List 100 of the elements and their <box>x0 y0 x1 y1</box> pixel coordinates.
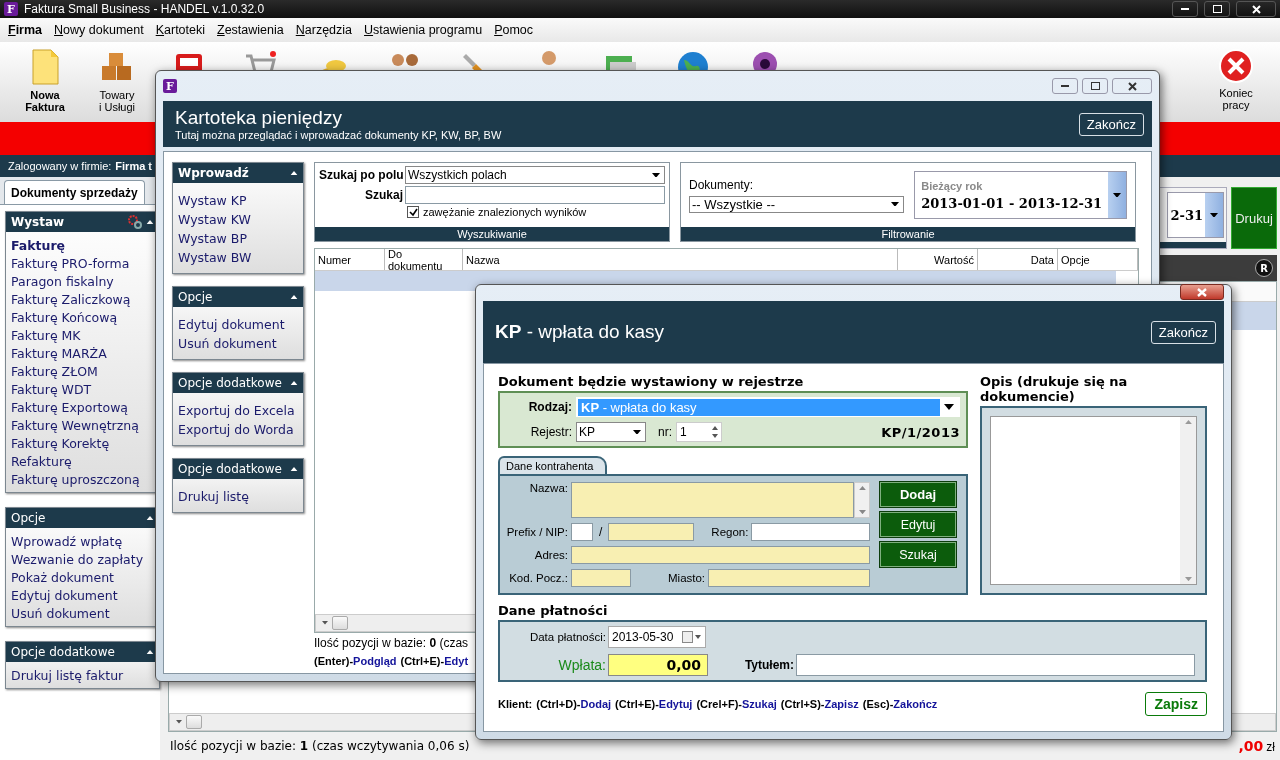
dropdown-icon[interactable] <box>1113 192 1121 198</box>
regon-field[interactable] <box>751 523 870 541</box>
menu-item[interactable]: Narzędzia <box>289 23 359 37</box>
period-select[interactable]: 2-31 <box>1167 192 1224 238</box>
panel-link[interactable]: Drukuj listę faktur <box>11 668 155 683</box>
panel-link[interactable]: Fakturę <box>11 238 155 253</box>
panel-link[interactable]: Fakturę Zaliczkową <box>11 292 155 307</box>
panel-link[interactable]: Wystaw KW <box>178 212 298 227</box>
checkbox[interactable] <box>407 206 419 218</box>
caret-up-icon[interactable] <box>290 466 298 472</box>
panel-link[interactable]: Wystaw BP <box>178 231 298 246</box>
panel-link[interactable]: Fakturę Końcową <box>11 310 155 325</box>
nip-field[interactable] <box>608 523 695 541</box>
shortcut-link[interactable]: Zakończ <box>893 698 938 710</box>
panel-link[interactable]: Paragon fiskalny <box>11 274 155 289</box>
caret-up-icon[interactable] <box>290 294 298 300</box>
shortcut-link[interactable]: Zapisz <box>824 698 859 710</box>
maximize-button[interactable] <box>1204 1 1230 17</box>
toolbar-label[interactable]: Nowa Faktura <box>25 89 65 113</box>
panel-link[interactable]: Fakturę Korektę <box>11 436 155 451</box>
scroll-thumb[interactable] <box>332 616 348 630</box>
toolbar-label[interactable]: Towary i Usługi <box>98 89 136 113</box>
column-header[interactable]: Opcje <box>1058 249 1138 270</box>
menu-item[interactable]: Pomoc <box>488 23 540 37</box>
field-select[interactable]: Wszystkich polach <box>405 166 665 184</box>
dropdown-icon[interactable] <box>1210 212 1218 218</box>
contractor-button[interactable]: Szukaj <box>880 542 956 567</box>
panel-link[interactable]: Fakturę MK <box>11 328 155 343</box>
menu-item[interactable]: Ustawienia programu <box>358 23 489 37</box>
caret-up-icon[interactable] <box>290 380 298 386</box>
register-select[interactable]: KP <box>576 422 646 442</box>
r-badge[interactable]: R <box>1255 259 1273 277</box>
gears-icon[interactable] <box>128 215 142 229</box>
panel-link[interactable]: Fakturę Wewnętrzną <box>11 418 155 433</box>
menu-item[interactable]: Firma <box>2 23 49 37</box>
toolbar-label[interactable]: Koniec pracy <box>1219 87 1253 111</box>
number-spinner[interactable]: 1 <box>676 422 722 442</box>
print-button[interactable]: Drukuj <box>1231 187 1277 249</box>
name-field[interactable] <box>571 482 854 518</box>
panel-link[interactable]: Fakturę Exportową <box>11 400 155 415</box>
panel-link[interactable]: Usuń dokument <box>11 606 155 621</box>
shortcut-link[interactable]: Szukaj <box>741 698 777 710</box>
panel-link[interactable]: Fakturę PRO-forma <box>11 256 155 271</box>
panel-link[interactable]: Exportuj do Excela <box>178 403 298 418</box>
period-select[interactable]: Bieżący rok 2013-01-01 - 2013-12-31 <box>914 171 1127 219</box>
contractor-button[interactable]: Edytuj <box>880 512 956 537</box>
panel-link[interactable]: Drukuj listę <box>178 489 298 504</box>
city-field[interactable] <box>708 569 870 587</box>
minimize-button[interactable] <box>1172 1 1198 17</box>
amount-field[interactable]: 0,00 <box>608 654 708 676</box>
column-header[interactable]: Numer <box>315 249 385 270</box>
shortcut-link[interactable]: Edyt <box>444 655 469 667</box>
exit-icon[interactable] <box>1218 48 1254 84</box>
dropdown-icon[interactable] <box>633 429 641 435</box>
panel-link[interactable]: Edytuj dokument <box>11 588 155 603</box>
panel-link[interactable]: Wystaw BW <box>178 250 298 265</box>
menu-item[interactable]: Kartoteki <box>149 23 212 37</box>
menu-item[interactable]: Nowy dokument <box>48 23 150 37</box>
caret-up-icon[interactable] <box>146 219 154 225</box>
panel-link[interactable]: Pokaż dokument <box>11 570 155 585</box>
close-button[interactable] <box>1112 78 1152 94</box>
dropdown-icon[interactable] <box>652 172 660 178</box>
column-header[interactable]: Do dokumentu <box>385 249 463 270</box>
documents-select[interactable]: -- Wszystkie -- <box>689 195 905 213</box>
caret-up-icon[interactable] <box>146 649 154 655</box>
panel-link[interactable]: Exportuj do Worda <box>178 422 298 437</box>
panel-link[interactable]: Edytuj dokument <box>178 317 298 332</box>
date-field[interactable]: 2013-05-30 <box>608 626 706 648</box>
close-window-button[interactable]: Zakończ <box>1078 112 1144 136</box>
minimize-button[interactable] <box>1052 78 1078 94</box>
title-field[interactable] <box>796 654 1195 676</box>
panel-link[interactable]: Refakturę <box>11 454 155 469</box>
contractor-button[interactable]: Dodaj <box>880 482 956 507</box>
scroll-down-icon[interactable] <box>858 509 866 514</box>
close-dialog-button[interactable]: Zakończ <box>1150 320 1216 344</box>
shortcut-link[interactable]: Edytuj <box>658 698 693 710</box>
scroll-thumb[interactable] <box>186 715 202 729</box>
panel-link[interactable]: Fakturę WDT <box>11 382 155 397</box>
column-header[interactable]: Wartość <box>898 249 978 270</box>
calendar-icon[interactable] <box>682 631 702 643</box>
maximize-button[interactable] <box>1082 78 1108 94</box>
panel-link[interactable]: Wprowadź wpłatę <box>11 534 155 549</box>
save-button[interactable]: Zapisz <box>1145 692 1207 716</box>
close-button[interactable] <box>1236 1 1276 17</box>
column-header[interactable]: Nazwa <box>463 249 898 270</box>
panel-link[interactable]: Wezwanie do zapłaty <box>11 552 155 567</box>
dropdown-icon[interactable] <box>891 201 900 207</box>
prefix-field[interactable] <box>571 523 593 541</box>
dropdown-icon[interactable] <box>944 404 954 410</box>
close-button[interactable] <box>1180 284 1224 300</box>
shortcut-link[interactable]: Dodaj <box>580 698 612 710</box>
menu-item[interactable]: Zestawienia <box>211 23 290 37</box>
panel-link[interactable]: Fakturę MARŻA <box>11 346 155 361</box>
panel-link[interactable]: Wystaw KP <box>178 193 298 208</box>
panel-link[interactable]: Usuń dokument <box>178 336 298 351</box>
column-header[interactable]: Data <box>978 249 1058 270</box>
address-field[interactable] <box>571 546 870 564</box>
shortcut-link[interactable]: Podgląd <box>353 655 397 667</box>
postal-code-field[interactable] <box>571 569 631 587</box>
panel-link[interactable]: Fakturę uproszczoną <box>11 472 155 487</box>
